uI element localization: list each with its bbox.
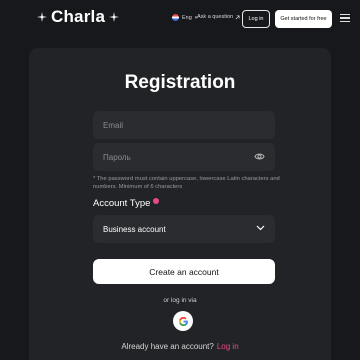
info-badge-icon[interactable]: [153, 197, 160, 204]
account-type-label: Account Type: [93, 198, 151, 209]
ask-question-link[interactable]: Ask a question: [197, 14, 240, 20]
language-selector[interactable]: Eng ▾: [172, 14, 197, 21]
account-type-select[interactable]: Business account: [93, 215, 275, 243]
header-login-button[interactable]: Log in: [242, 10, 270, 28]
top-bar: Charla Eng ▾ Ask a question Log in Get s…: [0, 0, 360, 37]
chevron-down-icon: [256, 225, 265, 231]
password-hint: * The password must contain uppercase, l…: [93, 176, 280, 190]
already-text: Already have an account?: [121, 342, 214, 351]
google-login-button[interactable]: [173, 311, 193, 331]
already-have-account: Already have an account? Log in: [0, 342, 360, 351]
sparkle-icon: [109, 12, 120, 22]
create-account-button[interactable]: Create an account: [93, 259, 275, 284]
account-type-value: Business account: [103, 224, 166, 234]
page-title: Registration: [124, 72, 236, 93]
eye-icon[interactable]: [254, 151, 265, 162]
get-started-button[interactable]: Get started for free: [275, 10, 332, 28]
menu-icon[interactable]: [340, 14, 350, 22]
sparkle-icon: [37, 12, 47, 22]
flag-icon: [172, 14, 179, 21]
language-label: Eng: [182, 14, 192, 21]
logo[interactable]: Charla: [36, 6, 120, 28]
or-login-via-text: or log in via: [163, 297, 197, 304]
external-link-icon: [235, 15, 240, 19]
logo-text: Charla: [51, 7, 106, 26]
ask-question-label: Ask a question: [197, 14, 234, 20]
account-type-label-row: Account Type: [93, 197, 160, 209]
password-field[interactable]: [93, 143, 275, 171]
login-link[interactable]: Log in: [217, 342, 239, 351]
google-icon: [178, 316, 188, 326]
email-field[interactable]: [93, 111, 275, 139]
